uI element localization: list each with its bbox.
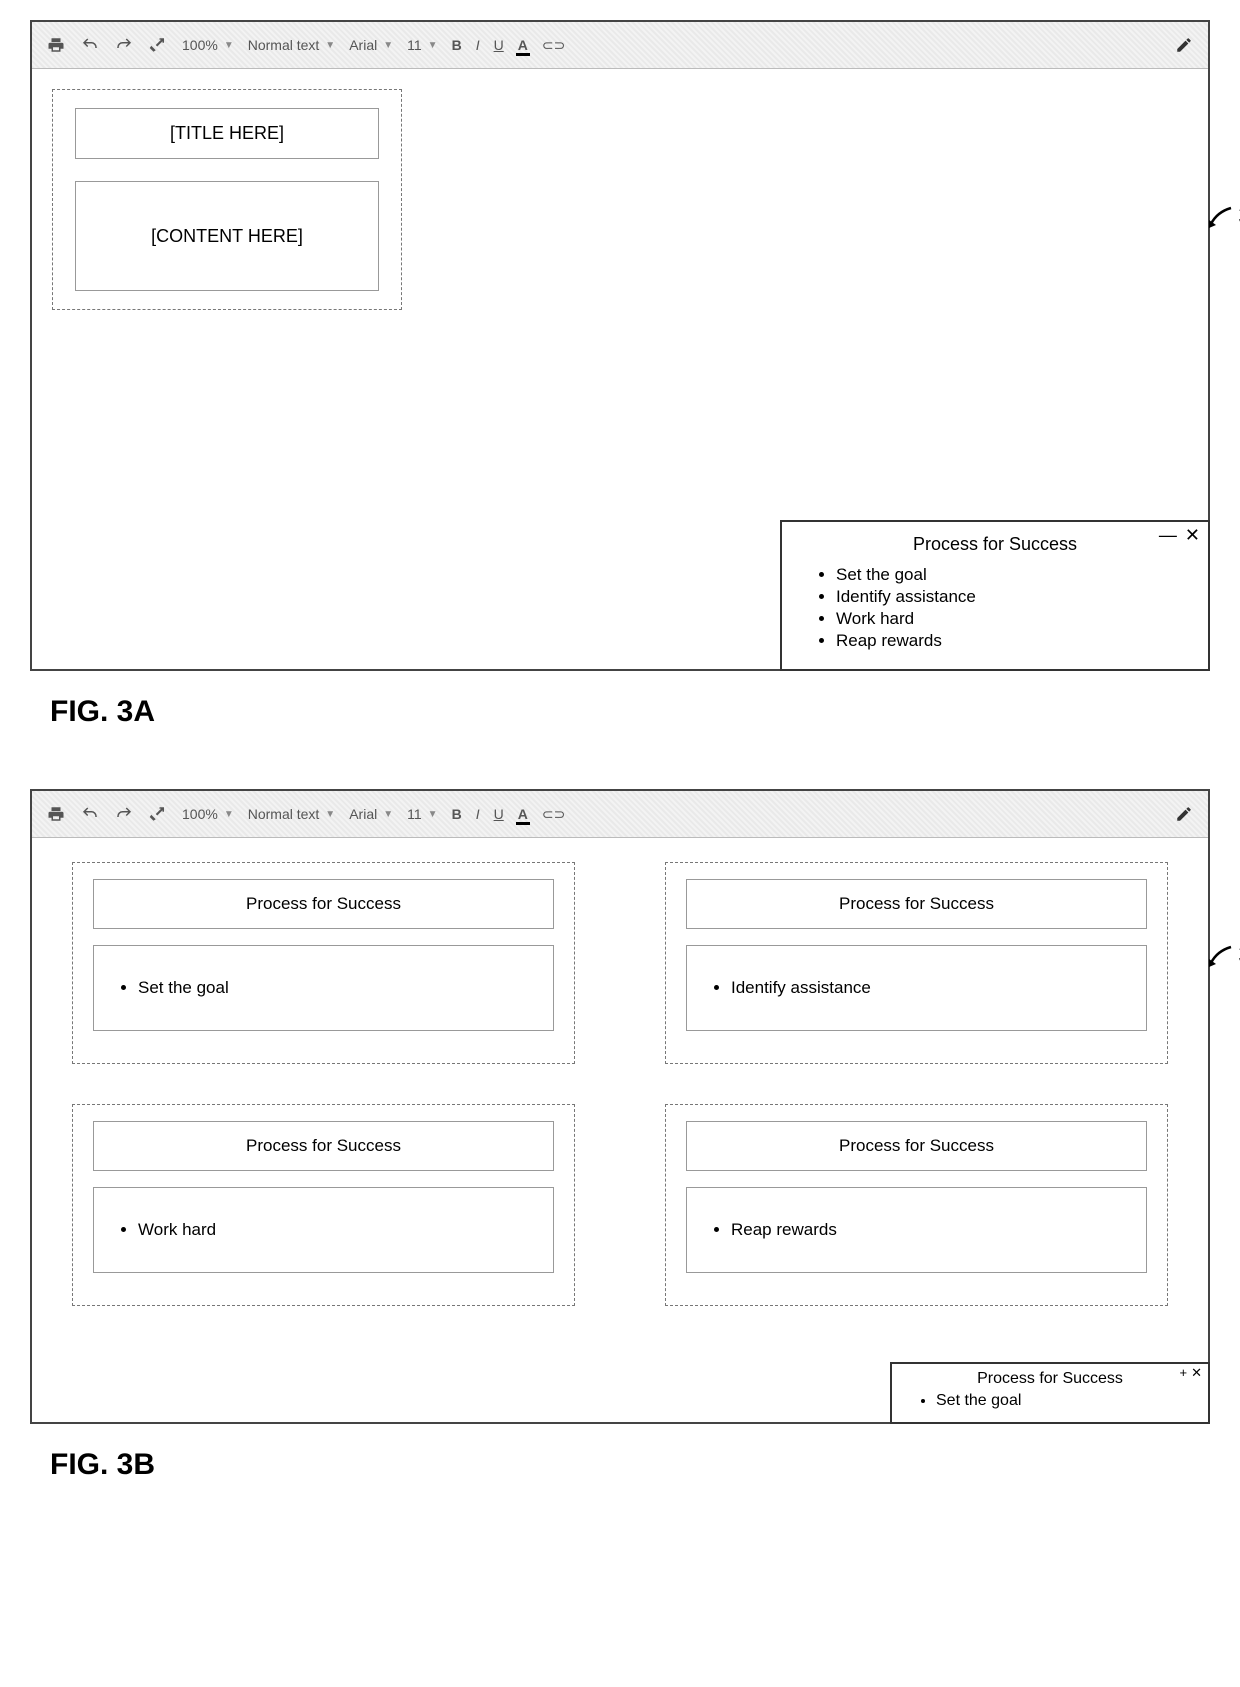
slide-template[interactable]: [TITLE HERE] [CONTENT HERE]: [52, 89, 402, 310]
font-size-value: 11: [407, 37, 422, 53]
slide-title[interactable]: Process for Success: [93, 1121, 554, 1171]
generated-slide-3[interactable]: Process for Success Work hard: [72, 1104, 575, 1306]
popup-list-item: Reap rewards: [836, 631, 1194, 651]
popup-list-item: Set the goal: [936, 1392, 1198, 1410]
popup-list: Set the goal Identify assistance Work ha…: [796, 565, 1194, 651]
font-size-select[interactable]: 11▼: [407, 806, 437, 822]
redo-icon[interactable]: [114, 804, 134, 824]
edit-pencil-icon[interactable]: [1174, 35, 1194, 55]
redo-icon[interactable]: [114, 35, 134, 55]
popup-list-item: Set the goal: [836, 565, 1194, 585]
source-content-popup-minimized[interactable]: + ✕ Process for Success Set the goal: [890, 1362, 1210, 1424]
print-icon[interactable]: [46, 35, 66, 55]
popup-list-item: Identify assistance: [836, 587, 1194, 607]
generated-slide-4[interactable]: Process for Success Reap rewards: [665, 1104, 1168, 1306]
font-select[interactable]: Arial▼: [349, 806, 393, 822]
edit-pencil-icon[interactable]: [1174, 804, 1194, 824]
title-placeholder[interactable]: [TITLE HERE]: [75, 108, 379, 159]
italic-button[interactable]: I: [476, 37, 480, 53]
slide-content[interactable]: Reap rewards: [686, 1187, 1147, 1273]
close-icon[interactable]: ✕: [1185, 526, 1200, 544]
slide-content[interactable]: Identify assistance: [686, 945, 1147, 1031]
paragraph-style-select[interactable]: Normal text▼: [248, 806, 335, 822]
italic-button[interactable]: I: [476, 806, 480, 822]
text-color-button[interactable]: A: [518, 37, 528, 53]
chevron-down-icon: ▼: [383, 809, 393, 820]
generated-slide-1[interactable]: Process for Success Set the goal: [72, 862, 575, 1064]
chevron-down-icon: ▼: [325, 40, 335, 51]
slide-title[interactable]: Process for Success: [686, 1121, 1147, 1171]
undo-icon[interactable]: [80, 35, 100, 55]
close-icon[interactable]: ✕: [1191, 1366, 1202, 1379]
editor-window-b: 100%▼ Normal text▼ Arial▼ 11▼ B I U A ⊂⊃…: [30, 789, 1210, 1424]
underline-button[interactable]: U: [494, 37, 504, 53]
insert-link-button[interactable]: ⊂⊃: [542, 806, 565, 823]
zoom-value: 100%: [182, 37, 218, 53]
bold-button[interactable]: B: [452, 37, 462, 53]
maximize-icon[interactable]: +: [1180, 1366, 1188, 1379]
canvas-b: Process for Success Set the goal Process…: [32, 838, 1208, 1422]
slide-title[interactable]: Process for Success: [686, 879, 1147, 929]
reference-callout-320: 320: [1207, 939, 1240, 970]
paint-format-icon[interactable]: [148, 35, 168, 55]
paragraph-style-value: Normal text: [248, 37, 320, 53]
toolbar: 100%▼ Normal text▼ Arial▼ 11▼ B I U A ⊂⊃: [32, 791, 1208, 838]
insert-link-button[interactable]: ⊂⊃: [542, 37, 565, 54]
text-color-button[interactable]: A: [518, 806, 528, 822]
chevron-down-icon: ▼: [383, 40, 393, 51]
toolbar: 100% ▼ Normal text ▼ Arial ▼ 11 ▼ B I U: [32, 22, 1208, 69]
slide-content[interactable]: Set the goal: [93, 945, 554, 1031]
figure-3b: 100%▼ Normal text▼ Arial▼ 11▼ B I U A ⊂⊃…: [30, 789, 1210, 1424]
paragraph-style-select[interactable]: Normal text ▼: [248, 37, 335, 53]
bold-button[interactable]: B: [452, 806, 462, 822]
underline-button[interactable]: U: [494, 806, 504, 822]
popup-title: Process for Success: [902, 1370, 1198, 1388]
slide-grid: Process for Success Set the goal Process…: [72, 862, 1168, 1306]
chevron-down-icon: ▼: [325, 809, 335, 820]
undo-icon[interactable]: [80, 804, 100, 824]
generated-slide-2[interactable]: Process for Success Identify assistance: [665, 862, 1168, 1064]
editor-window-a: 100% ▼ Normal text ▼ Arial ▼ 11 ▼ B I U: [30, 20, 1210, 671]
figure-label-3a: FIG. 3A: [50, 695, 1210, 729]
canvas-a: [TITLE HERE] [CONTENT HERE] — ✕ Process …: [32, 69, 1208, 669]
chevron-down-icon: ▼: [428, 40, 438, 51]
popup-list: Set the goal: [902, 1392, 1198, 1410]
chevron-down-icon: ▼: [428, 809, 438, 820]
minimize-icon[interactable]: —: [1159, 526, 1177, 544]
slide-content[interactable]: Work hard: [93, 1187, 554, 1273]
font-select[interactable]: Arial ▼: [349, 37, 393, 53]
slide-title[interactable]: Process for Success: [93, 879, 554, 929]
popup-list-item: Work hard: [836, 609, 1194, 629]
figure-label-3b: FIG. 3B: [50, 1448, 1210, 1482]
chevron-down-icon: ▼: [224, 40, 234, 51]
chevron-down-icon: ▼: [224, 809, 234, 820]
content-placeholder[interactable]: [CONTENT HERE]: [75, 181, 379, 291]
figure-3a: 100% ▼ Normal text ▼ Arial ▼ 11 ▼ B I U: [30, 20, 1210, 671]
source-content-popup[interactable]: — ✕ Process for Success Set the goal Ide…: [780, 520, 1210, 671]
reference-callout-310: 310: [1207, 200, 1240, 231]
font-size-select[interactable]: 11 ▼: [407, 37, 437, 53]
font-value: Arial: [349, 37, 377, 53]
zoom-select[interactable]: 100%▼: [182, 806, 234, 822]
paint-format-icon[interactable]: [148, 804, 168, 824]
zoom-select[interactable]: 100% ▼: [182, 37, 234, 53]
popup-title: Process for Success: [796, 534, 1194, 555]
print-icon[interactable]: [46, 804, 66, 824]
